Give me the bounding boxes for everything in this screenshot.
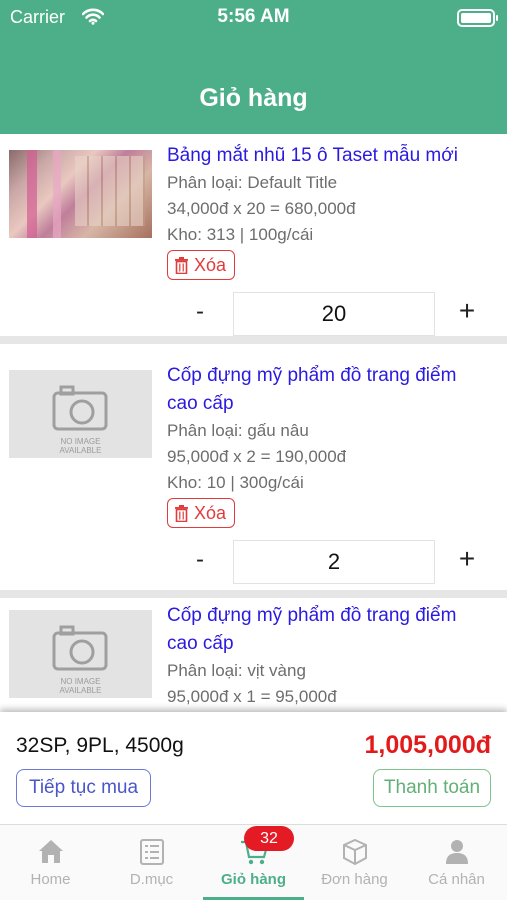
checkout-button[interactable]: Thanh toán	[373, 769, 491, 807]
camera-icon	[52, 385, 108, 431]
cart-counts: 32SP, 9PL, 4500g	[16, 734, 184, 757]
status-time: 5:56 AM	[217, 6, 290, 27]
product-stock-line: Kho: 313 | 100g/cái	[167, 225, 314, 244]
product-info: Cốp đựng mỹ phẩm đồ trang điểm cao cấp P…	[167, 602, 502, 710]
tab-label: Home	[30, 871, 71, 888]
product-stock-line: Kho: 10 | 300g/cái	[167, 473, 304, 492]
increase-button[interactable]: +	[455, 543, 479, 575]
quantity-input[interactable]: 20	[233, 292, 435, 336]
product-name[interactable]: Bảng mắt nhũ 15 ô Taset mẫu mới	[167, 142, 502, 170]
camera-icon	[52, 625, 108, 671]
cart-list[interactable]: Bảng mắt nhũ 15 ô Taset mẫu mới Phân loạ…	[0, 134, 507, 712]
product-image[interactable]	[9, 150, 152, 238]
cart-item: NO IMAGE AVAILABLE Cốp đựng mỹ phẩm đồ t…	[0, 344, 507, 598]
tab-orders[interactable]: Đơn hàng	[304, 825, 405, 900]
product-name[interactable]: Cốp đựng mỹ phẩm đồ trang điểm cao cấp	[167, 602, 502, 658]
page-title: Giỏ hàng	[199, 84, 308, 112]
trash-icon	[175, 256, 188, 274]
product-info: Bảng mắt nhũ 15 ô Taset mẫu mới Phân loạ…	[167, 142, 502, 280]
delete-label: Xóa	[194, 254, 227, 275]
tab-label: Cá nhân	[428, 871, 485, 888]
battery-icon	[457, 9, 498, 27]
product-name[interactable]: Cốp đựng mỹ phẩm đồ trang điểm cao cấp	[167, 362, 502, 418]
cart-total: 1,005,000đ	[364, 731, 492, 759]
product-image[interactable]: NO IMAGE AVAILABLE	[9, 610, 152, 698]
product-price-line: 34,000đ x 20 = 680,000đ	[167, 199, 356, 218]
quantity-stepper: - 20 +	[0, 292, 507, 336]
product-image[interactable]: NO IMAGE AVAILABLE	[9, 370, 152, 458]
no-image-label: NO IMAGE AVAILABLE	[59, 677, 102, 695]
product-info: Cốp đựng mỹ phẩm đồ trang điểm cao cấp P…	[167, 362, 502, 528]
no-image-label: NO IMAGE AVAILABLE	[59, 437, 102, 455]
tab-categories[interactable]: D.mục	[101, 825, 202, 900]
cart-count-badge: 32	[244, 826, 294, 851]
product-variant: Phân loại: Default Title	[167, 173, 338, 192]
delete-label: Xóa	[194, 502, 227, 523]
product-price-line: 95,000đ x 2 = 190,000đ	[167, 447, 347, 466]
quantity-stepper: - 2 +	[0, 540, 507, 584]
list-icon	[140, 839, 164, 865]
quantity-input[interactable]: 2	[233, 540, 435, 584]
increase-button[interactable]: +	[455, 295, 479, 327]
tab-home[interactable]: Home	[0, 825, 101, 900]
decrease-button[interactable]: -	[190, 546, 210, 574]
product-variant: Phân loại: gấu nâu	[167, 421, 309, 440]
status-bar: Carrier 5:56 AM	[0, 0, 507, 36]
delete-button[interactable]: Xóa	[167, 498, 236, 528]
person-icon	[446, 840, 468, 864]
cart-summary: 32SP, 9PL, 4500g 1,005,000đ Tiếp tục mua…	[0, 712, 507, 824]
box-icon	[343, 838, 367, 866]
continue-shopping-button[interactable]: Tiếp tục mua	[16, 769, 151, 807]
app-header: Carrier 5:56 AM Giỏ hàng	[0, 0, 507, 134]
decrease-button[interactable]: -	[190, 298, 210, 326]
tab-label: Giỏ hàng	[221, 871, 286, 888]
item-divider	[0, 336, 507, 344]
tab-label: Đơn hàng	[321, 871, 388, 888]
product-price-line: 95,000đ x 1 = 95,000đ	[167, 687, 337, 706]
item-divider	[0, 590, 507, 598]
product-variant: Phân loại: vịt vàng	[167, 661, 306, 680]
trash-icon	[175, 504, 188, 522]
delete-button[interactable]: Xóa	[167, 250, 236, 280]
tab-label: D.mục	[129, 871, 174, 888]
cart-item: NO IMAGE AVAILABLE Cốp đựng mỹ phẩm đồ t…	[0, 598, 507, 712]
tab-profile[interactable]: Cá nhân	[406, 825, 507, 900]
home-icon	[39, 840, 63, 863]
cart-item: Bảng mắt nhũ 15 ô Taset mẫu mới Phân loạ…	[0, 134, 507, 344]
